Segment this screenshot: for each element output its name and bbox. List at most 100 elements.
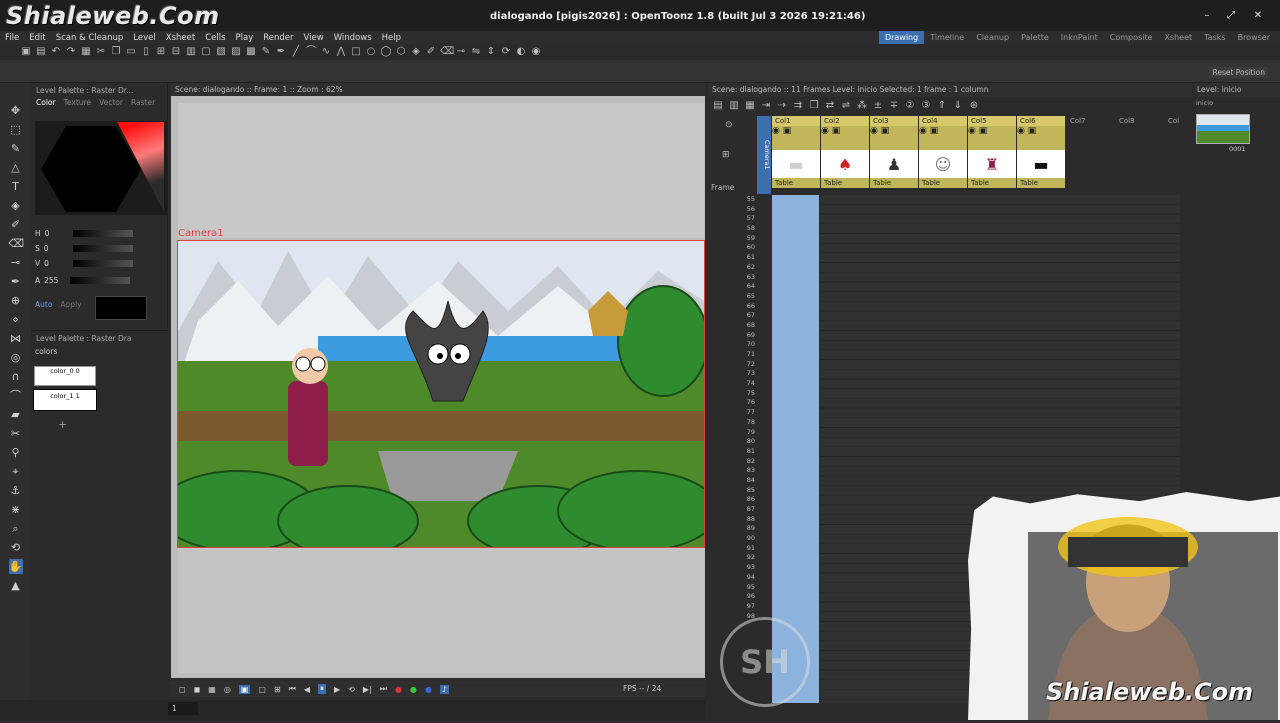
column-pegbar[interactable]: Table [772, 178, 820, 188]
eraser-icon[interactable]: ⌫ [440, 46, 454, 58]
alpha-slider[interactable]: A 255 [35, 274, 163, 286]
red-channel-icon[interactable]: ● [395, 685, 402, 694]
hand-tool-icon[interactable]: ✋ [8, 559, 23, 574]
magnet-tool-icon[interactable]: ∩ [9, 369, 23, 384]
room-composite[interactable]: Composite [1104, 31, 1159, 44]
hue-slider[interactable]: H 0 [35, 227, 163, 239]
zoom-tool-icon[interactable]: ⌕ [9, 521, 23, 536]
blue-channel-icon[interactable]: ● [425, 685, 432, 694]
column-header[interactable]: Col3 ◉ ▣ ♟ Table [870, 116, 918, 194]
control-point-tool-icon[interactable]: ⋄ [9, 312, 23, 327]
new-vector-level-icon[interactable]: ▥ [728, 100, 740, 112]
column-toggles[interactable]: ◉ ▣ [772, 126, 820, 150]
geometric-tool-icon[interactable]: △ [9, 160, 23, 175]
hue-track[interactable] [73, 229, 134, 237]
column-name-empty[interactable]: Col8 [1119, 117, 1135, 125]
column-toggles[interactable]: ◉ ▣ [870, 126, 918, 150]
bg-white-icon[interactable]: ◻ [179, 685, 186, 694]
add-style-icon[interactable]: + [58, 418, 67, 431]
picker-icon[interactable]: ✐ [425, 46, 437, 58]
column-pegbar[interactable]: Table [870, 178, 918, 188]
flip-v-icon[interactable]: ⇕ [485, 46, 497, 58]
paint-brush-tool-icon[interactable]: ✐ [9, 217, 23, 232]
scene-canvas[interactable] [177, 240, 705, 548]
saturation-slider[interactable]: S 0 [35, 242, 163, 254]
tape-icon[interactable]: ⊸ [455, 46, 467, 58]
tab-vector[interactable]: Vector [99, 98, 123, 107]
paste-icon[interactable]: ▭ [125, 46, 137, 58]
reframe-2s-icon[interactable]: ② [904, 100, 916, 112]
level-frame-thumbnail[interactable] [1196, 114, 1250, 144]
column-name-empty[interactable]: Col [1168, 117, 1179, 125]
menu-level[interactable]: Level [128, 33, 160, 43]
preview-icon[interactable]: ◐ [515, 46, 527, 58]
brush-icon[interactable]: ✎ [260, 46, 272, 58]
swing-icon[interactable]: ⇌ [840, 100, 852, 112]
menu-file[interactable]: File [0, 33, 24, 43]
room-timeline[interactable]: Timeline [924, 31, 970, 44]
bg-black-icon[interactable]: ◼ [194, 685, 201, 694]
flip-h-icon[interactable]: ⇋ [470, 46, 482, 58]
menu-scan-cleanup[interactable]: Scan & Cleanup [51, 33, 129, 43]
toggle-xsheet-icon[interactable]: ⊙ [725, 120, 733, 130]
line-icon[interactable]: ╱ [290, 46, 302, 58]
pause-icon[interactable]: ⏸ [318, 684, 327, 694]
level-strip-name[interactable]: inicio [1196, 99, 1213, 107]
column-toggles[interactable]: ◉ ▣ [821, 126, 869, 150]
plastic-tool-icon[interactable]: ⋇ [9, 502, 23, 517]
random-icon[interactable]: ⁂ [856, 100, 868, 112]
fill-tool-icon[interactable]: ◈ [9, 198, 23, 213]
tracker-tool-icon[interactable]: ⌖ [9, 464, 23, 479]
first-frame-icon[interactable]: ⏮ [289, 684, 296, 694]
hook-tool-icon[interactable]: ⚓ [9, 483, 23, 498]
more-tools-icon[interactable]: ▲ [9, 578, 23, 593]
new-toonz-level-icon[interactable]: ▦ [744, 100, 756, 112]
column-pegbar[interactable]: Table [1017, 178, 1065, 188]
camera-column[interactable]: Camera1 [757, 116, 771, 194]
sound-icon[interactable]: ♪ [439, 684, 449, 694]
column-name-empty[interactable]: Col7 [1070, 117, 1086, 125]
delete-icon[interactable]: ▯ [140, 46, 152, 58]
fill-icon[interactable]: ◈ [410, 46, 422, 58]
open-icon[interactable]: ▤ [35, 46, 47, 58]
pen-icon[interactable]: ✒ [275, 46, 287, 58]
curve-icon[interactable]: ∿ [320, 46, 332, 58]
bender-tool-icon[interactable]: ⌒ [9, 388, 23, 403]
field-guide-icon[interactable]: ⊞ [274, 685, 281, 694]
increase-step-icon[interactable]: ± [872, 100, 884, 112]
menu-help[interactable]: Help [377, 33, 406, 43]
copy-icon[interactable]: ❐ [110, 46, 122, 58]
bg-checker-icon[interactable]: ▦ [208, 685, 216, 694]
grid-icon[interactable]: ▥ [185, 46, 197, 58]
value-track[interactable] [72, 259, 133, 267]
undo-icon[interactable]: ↶ [50, 46, 62, 58]
column-pegbar[interactable]: Table [968, 178, 1016, 188]
column-header[interactable]: Col1 ◉ ▣ ▬ Table [772, 116, 820, 194]
decrease-step-icon[interactable]: ∓ [888, 100, 900, 112]
value-value[interactable]: 0 [44, 259, 49, 268]
column-pegbar[interactable]: Table [821, 178, 869, 188]
style-chip[interactable]: color_0 0 [34, 366, 96, 386]
room-xsheet[interactable]: Xsheet [1158, 31, 1198, 44]
rollup-icon[interactable]: ⇑ [936, 100, 948, 112]
menu-windows[interactable]: Windows [329, 33, 377, 43]
menu-cells[interactable]: Cells [200, 33, 230, 43]
ellipse-icon[interactable]: ○ [365, 46, 377, 58]
next-frame-icon[interactable]: ▶| [363, 685, 372, 694]
green-channel-icon[interactable]: ● [410, 685, 417, 694]
resize-icon[interactable]: ▧ [215, 46, 227, 58]
pinch-tool-icon[interactable]: ⋈ [9, 331, 23, 346]
new-scene-icon[interactable]: ▣ [20, 46, 32, 58]
arc-icon[interactable]: ⌒ [305, 46, 317, 58]
column-toggles[interactable]: ◉ ▣ [1017, 126, 1065, 150]
menu-render[interactable]: Render [258, 33, 298, 43]
tab-texture[interactable]: Texture [64, 98, 91, 107]
frame-number-field[interactable]: 1 [168, 702, 198, 715]
redo-icon[interactable]: ↷ [65, 46, 77, 58]
cut-icon[interactable]: ✂ [95, 46, 107, 58]
circle-icon[interactable]: ◯ [380, 46, 392, 58]
eraser-tool-icon[interactable]: ⌫ [9, 236, 25, 251]
menu-play[interactable]: Play [231, 33, 259, 43]
minimize-icon[interactable]: – [1198, 8, 1216, 24]
column-toggles[interactable]: ◉ ▣ [919, 126, 967, 150]
